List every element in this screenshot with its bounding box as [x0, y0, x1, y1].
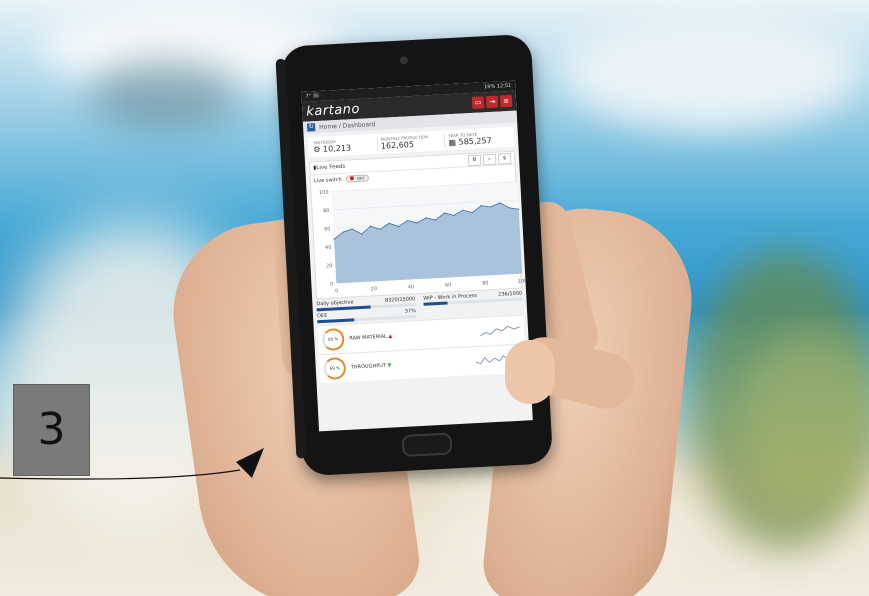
trend-up-icon: ▲ [388, 333, 393, 340]
sparkline [480, 325, 521, 337]
status-right: 19% 12:51 [484, 83, 511, 90]
y-tick-label: 80 [323, 208, 330, 214]
pointer-arrow [0, 448, 264, 480]
x-tick-label: 20 [371, 286, 378, 292]
stat-ytd: YEAR TO DATE ▦ 585,257 [445, 130, 512, 148]
item-name-text: RAW MATERIAL [349, 333, 388, 342]
item-name: THROUGHPUT ▼ [350, 358, 476, 371]
toggle-dot-icon [349, 176, 354, 181]
x-tick-label: 40 [408, 284, 415, 290]
breadcrumb-text: Home / Dashboard [318, 120, 376, 131]
kpi-wip: WIP - Work in Process 236/1000 [423, 290, 523, 306]
live-feeds-panel: ▮ Live Feeds ⚙ ⌕ $ Live switch OFF 0 20 40… [308, 150, 527, 300]
kpi-progress-fill [423, 301, 448, 306]
y-tick-label: 40 [325, 245, 332, 251]
kpi-value: 37% [404, 308, 417, 315]
x-tick-label: 100 [518, 278, 527, 284]
stat-value: ⚙ 10,213 [313, 142, 374, 154]
refresh-icon[interactable]: ↻ [306, 123, 316, 132]
stat-value: 162,605 [380, 140, 415, 151]
search-icon[interactable]: ⌕ [482, 153, 497, 165]
trend-down-icon: ▼ [387, 362, 392, 369]
sparkline [475, 354, 509, 365]
y-tick-label: 100 [319, 190, 329, 196]
live-switch-toggle[interactable]: OFF [345, 174, 369, 183]
y-tick-label: 60 [324, 226, 331, 232]
logout-icon[interactable]: ⇥ [485, 95, 499, 109]
front-camera [399, 56, 409, 65]
y-tick-label: 20 [326, 263, 333, 269]
photo-scene: 7° 🖼 19% 12:51 kartano ▭ ⇥ ≡ ↻ Home / Da… [0, 0, 869, 596]
calendar-icon: ▦ [448, 137, 457, 148]
x-tick-label: 0 [335, 288, 338, 294]
chat-icon[interactable]: ▭ [471, 96, 485, 109]
x-tick-label: 80 [482, 280, 489, 286]
x-tick-label: 60 [445, 282, 452, 288]
phone-screen: 7° 🖼 19% 12:51 kartano ▭ ⇥ ≡ ↻ Home / Da… [301, 80, 533, 432]
status-left: 7° 🖼 [305, 92, 320, 100]
right-thumb [505, 340, 555, 404]
arrow-head-icon [236, 448, 264, 478]
live-feed-area-chart: 0 20 40 60 80 100 0 20 40 60 80 100 [319, 181, 527, 294]
stat-monthly: MONTHLY PRODUCTION 162,605 [377, 133, 446, 151]
live-switch-label: Live switch [313, 176, 342, 184]
kpi-progress-fill [317, 318, 355, 324]
gauge-ring: 69 % [323, 356, 347, 381]
stat-yesterday: YESTERDAY ⚙ 10,213 [309, 136, 379, 155]
dollar-icon[interactable]: $ [497, 152, 512, 165]
home-button[interactable] [401, 432, 453, 458]
smartphone: 7° 🖼 19% 12:51 kartano ▭ ⇥ ≡ ↻ Home / Da… [275, 33, 554, 477]
menu-icon[interactable]: ≡ [499, 94, 513, 108]
live-switch-state: OFF [356, 175, 365, 182]
kpi-label: OEE [316, 312, 328, 320]
y-tick-label: 0 [330, 281, 333, 287]
status-right-text: 19% 12:51 [484, 82, 512, 91]
stat-value: ▦ 585,257 [448, 135, 509, 147]
gear-icon: ⚙ [313, 144, 321, 155]
settings-icon[interactable]: ⚙ [467, 154, 482, 166]
gauge-ring: 85 % [321, 327, 345, 352]
item-name: RAW MATERIAL ▲ [349, 329, 480, 342]
kpi-value: 236/1000 [498, 290, 523, 298]
item-name-text: THROUGHPUT [350, 362, 387, 371]
stat-value-text: 585,257 [458, 135, 492, 147]
stat-value-text: 10,213 [322, 143, 352, 154]
